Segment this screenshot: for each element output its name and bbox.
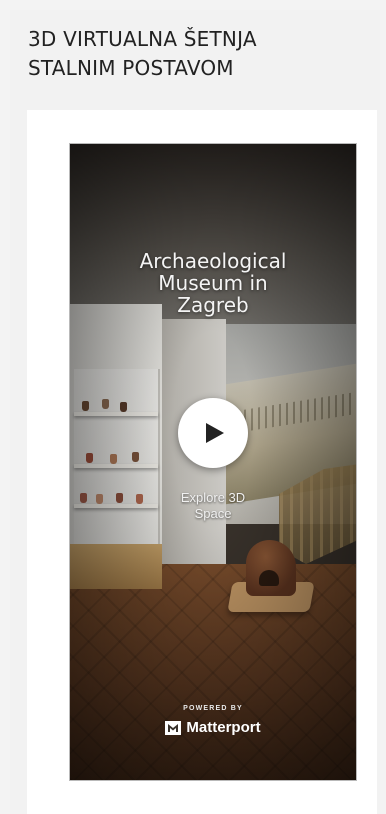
matterport-brand-link[interactable]: Matterport <box>70 719 356 736</box>
matterport-brand-name: Matterport <box>186 719 261 736</box>
matterport-logo-icon <box>165 720 182 735</box>
matterport-viewer[interactable]: Archaeological Museum in Zagreb Explore … <box>69 143 357 781</box>
widget-title: 3D VIRTUALNA ŠETNJA STALNIM POSTAVOM <box>28 27 257 80</box>
play-button[interactable] <box>178 398 248 468</box>
virtual-tour-widget: 3D VIRTUALNA ŠETNJA STALNIM POSTAVOM Arc… <box>10 10 380 814</box>
embed-panel: Archaeological Museum in Zagreb Explore … <box>27 110 377 814</box>
powered-by-label: POWERED BY <box>183 705 243 712</box>
play-icon <box>206 423 224 443</box>
explore-3d-space-label[interactable]: Explore 3D Space <box>70 490 356 522</box>
model-title: Archaeological Museum in Zagreb <box>139 249 287 317</box>
